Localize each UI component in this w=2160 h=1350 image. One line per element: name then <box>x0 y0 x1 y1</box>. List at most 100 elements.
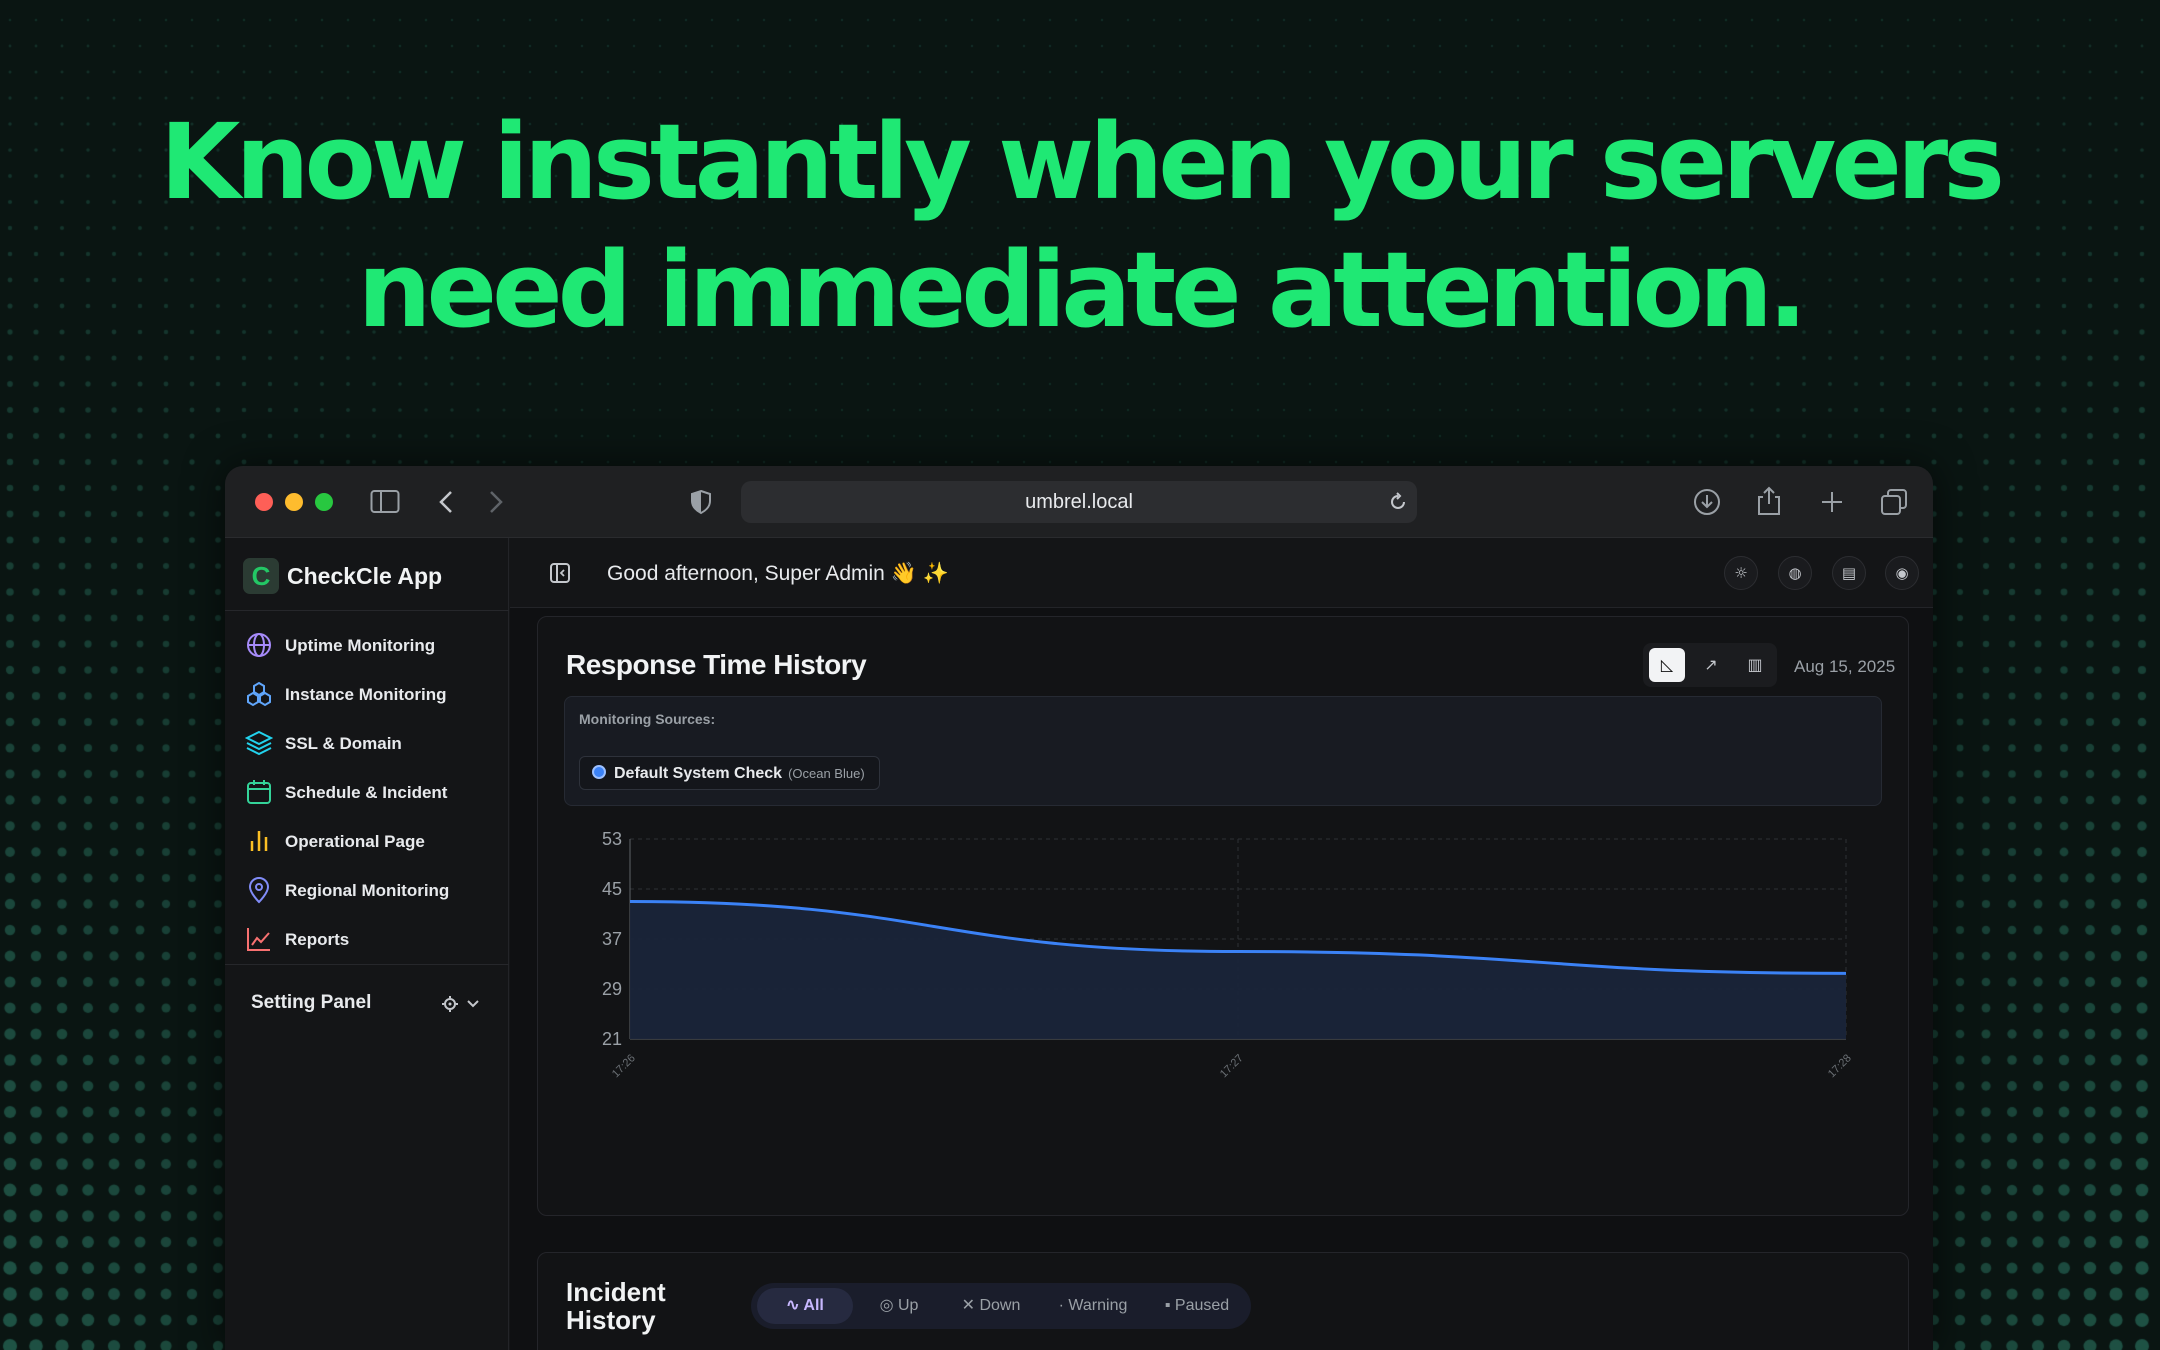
sidebar-item-label: Reports <box>285 930 350 949</box>
language-button[interactable]: ◍ <box>1778 556 1812 590</box>
app-sidebar: C CheckCle App Uptime Monitoring Instanc… <box>225 538 509 1350</box>
y-tick-label: 45 <box>602 879 622 899</box>
x-icon: ✕ <box>961 1297 980 1314</box>
filter-label: Paused <box>1174 1297 1230 1314</box>
sidebar-divider <box>225 964 509 965</box>
chart-date: Aug 15, 2025 <box>1794 657 1896 676</box>
app-name: CheckCle App <box>287 563 443 589</box>
sources-label: Monitoring Sources: <box>579 711 716 727</box>
collapse-sidebar-icon[interactable] <box>550 563 570 583</box>
gear-icon[interactable] <box>441 994 483 1014</box>
incident-history-card: Incident History ∿ All ◎ Up ✕ Down · War… <box>537 1252 1909 1350</box>
sidebar-item-schedule-incident[interactable]: Schedule & Incident <box>245 775 495 809</box>
filter-label: Up <box>897 1297 919 1314</box>
incident-history-title: Incident History <box>566 1277 666 1335</box>
y-tick-label: 37 <box>602 929 622 949</box>
back-icon[interactable] <box>438 490 454 514</box>
response-time-card: Response Time History ◺ ↗ ▥ Aug 15, 2025… <box>537 616 1909 1216</box>
shield-icon[interactable] <box>690 489 712 515</box>
url-text: umbrel.local <box>1025 491 1133 513</box>
filter-down-button[interactable]: ✕ Down <box>945 1288 1037 1324</box>
dot-icon: · <box>1058 1297 1069 1314</box>
response-time-chart: 21 29 37 45 53 17:26 17:27 17:28 <box>602 829 1854 1080</box>
filter-paused-button[interactable]: ▪ Paused <box>1149 1288 1245 1324</box>
filter-label: Down <box>979 1297 1021 1314</box>
close-window-button[interactable] <box>255 493 273 511</box>
globe-icon: ◍ <box>1788 564 1802 582</box>
check-circle-icon: ◎ <box>879 1297 898 1314</box>
sidebar-item-label: Schedule & Incident <box>285 783 448 802</box>
layers-icon <box>245 730 273 756</box>
line-chart-icon <box>247 928 270 951</box>
minimize-window-button[interactable] <box>285 493 303 511</box>
globe-icon <box>247 633 271 657</box>
bar-chart-icon: ▥ <box>1747 655 1763 674</box>
x-tick-label: 17:28 <box>1826 1052 1854 1080</box>
filter-label: Warning <box>1068 1297 1128 1314</box>
bar-chart-icon <box>250 831 268 851</box>
new-tab-icon[interactable] <box>1820 490 1844 514</box>
source-chip[interactable]: Default System Check (Ocean Blue) <box>579 756 880 790</box>
x-tick-label: 17:26 <box>610 1052 638 1080</box>
share-icon[interactable] <box>1756 486 1782 516</box>
zoom-window-button[interactable] <box>315 493 333 511</box>
sidebar-divider <box>225 610 509 611</box>
cubes-icon <box>247 681 271 707</box>
sidebar-item-label: Regional Monitoring <box>285 881 450 900</box>
download-icon[interactable] <box>1693 488 1721 516</box>
filter-warning-button[interactable]: · Warning <box>1041 1288 1145 1324</box>
main-content: Good afternoon, Super Admin 👋 ✨ ☼ ◍ ▤ ◉ … <box>510 538 1933 1350</box>
reload-icon[interactable] <box>1387 491 1409 513</box>
forward-icon[interactable] <box>488 490 504 514</box>
sidebar-item-operational-page[interactable]: Operational Page <box>245 824 495 858</box>
bar-chart-view-button[interactable]: ▥ <box>1737 648 1773 682</box>
sidebar-item-label: Operational Page <box>285 832 425 851</box>
y-tick-label: 29 <box>602 979 622 999</box>
app-logo-icon: C <box>243 558 279 594</box>
sidebar-item-label: Uptime Monitoring <box>285 636 436 655</box>
sidebar-toggle-icon[interactable] <box>370 489 400 515</box>
sidebar-item-uptime-monitoring[interactable]: Uptime Monitoring <box>245 628 495 662</box>
sidebar-item-ssl-domain[interactable]: SSL & Domain <box>245 726 495 760</box>
chart-view-toggle: ◺ ↗ ▥ <box>1643 643 1777 687</box>
sun-icon: ☼ <box>1734 564 1748 582</box>
trend-icon: ↗ <box>1704 655 1718 674</box>
area-chart-icon: ◺ <box>1660 655 1674 674</box>
pause-icon: ▪ <box>1164 1297 1175 1314</box>
sidebar-item-reports[interactable]: Reports <box>245 922 495 956</box>
hero-line-1: Know instantly when your servers <box>159 101 2005 223</box>
top-bar: Good afternoon, Super Admin 👋 ✨ ☼ ◍ ▤ ◉ … <box>510 538 1933 608</box>
address-bar[interactable]: umbrel.local <box>741 481 1417 523</box>
sidebar-item-instance-monitoring[interactable]: Instance Monitoring <box>245 677 495 711</box>
filter-all-button[interactable]: ∿ All <box>757 1288 853 1324</box>
docs-button[interactable]: ▤ <box>1832 556 1866 590</box>
browser-titlebar: umbrel.local <box>225 466 1933 538</box>
browser-window: umbrel.local C CheckCle App Uptime Monit… <box>225 466 1933 1350</box>
calendar-icon <box>247 780 271 804</box>
sidebar-item-regional-monitoring[interactable]: Regional Monitoring <box>245 873 495 907</box>
source-name: Default System Check <box>614 765 783 782</box>
github-button[interactable]: ◉ <box>1885 556 1919 590</box>
source-style: (Ocean Blue) <box>788 766 865 781</box>
tab-overview-icon[interactable] <box>1880 488 1908 516</box>
source-color-dot <box>592 765 606 780</box>
activity-icon: ∿ <box>786 1297 804 1314</box>
hero-line-2: need immediate attention. <box>357 229 1808 351</box>
map-pin-icon <box>248 877 270 904</box>
greeting-text: Good afternoon, Super Admin 👋 ✨ <box>607 562 949 585</box>
incident-filter-group: ∿ All ◎ Up ✕ Down · Warning ▪ Paused <box>751 1283 1251 1329</box>
filter-label: All <box>803 1297 824 1314</box>
card-title: Response Time History <box>566 649 867 680</box>
monitoring-sources-panel: Monitoring Sources: Default System Check… <box>564 696 1882 806</box>
area-chart-view-button[interactable]: ◺ <box>1649 648 1685 682</box>
hero-headline: Know instantly when your servers need im… <box>0 98 2160 354</box>
document-icon: ▤ <box>1841 564 1857 582</box>
line-chart-view-button[interactable]: ↗ <box>1693 648 1729 682</box>
x-tick-label: 17:27 <box>1218 1052 1246 1080</box>
sidebar-item-label: SSL & Domain <box>285 734 402 753</box>
y-tick-label: 53 <box>602 829 622 849</box>
theme-toggle-button[interactable]: ☼ <box>1724 556 1758 590</box>
filter-up-button[interactable]: ◎ Up <box>861 1288 937 1324</box>
y-tick-label: 21 <box>602 1029 622 1049</box>
setting-panel-label[interactable]: Setting Panel <box>251 992 371 1014</box>
